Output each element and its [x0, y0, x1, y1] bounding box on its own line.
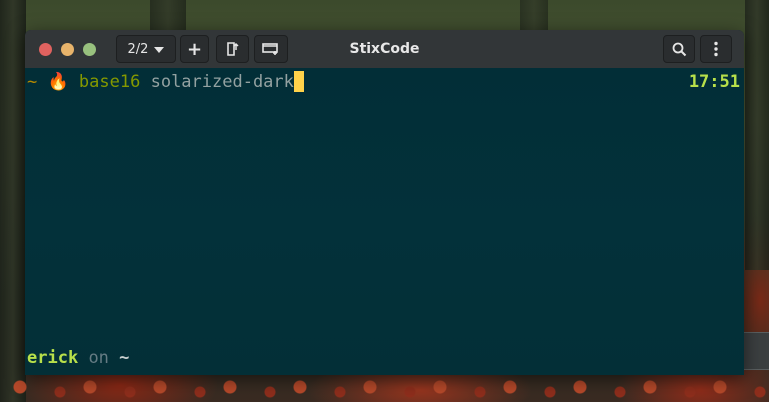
prompt-clock: 17:51: [688, 72, 740, 92]
tab-counter-label: 2/2: [127, 41, 149, 57]
prompt-on: on: [88, 348, 109, 368]
prompt-user: erick: [27, 348, 79, 368]
autumn-leaves: [0, 372, 769, 402]
prompt-directory: ~: [119, 348, 130, 368]
plus-icon: +: [186, 38, 203, 60]
add-tab-button[interactable]: +: [180, 35, 209, 63]
text-cursor: [293, 71, 304, 92]
command-text: base16: [78, 72, 141, 92]
new-tab-button[interactable]: [216, 35, 249, 63]
search-icon: [672, 42, 687, 57]
maximize-button[interactable]: [83, 42, 96, 56]
command-line: ~ 🔥 base16 solarized-dark: [27, 71, 304, 93]
new-window-button[interactable]: [254, 35, 288, 63]
tree-trunk: [745, 0, 769, 270]
fire-emoji: 🔥: [47, 72, 69, 92]
background-window-edge: [742, 332, 769, 370]
minimize-button[interactable]: [61, 42, 74, 56]
terminal-area[interactable]: ~ 🔥 base16 solarized-dark 17:51 erick on…: [25, 68, 744, 375]
chevron-down-icon: [154, 46, 165, 53]
argument-text: solarized-dark: [150, 72, 294, 92]
new-tab-icon: [226, 41, 240, 57]
tab-switcher-button[interactable]: 2/2: [116, 35, 176, 63]
search-button[interactable]: [663, 35, 695, 63]
window-controls: [39, 42, 96, 56]
menu-button[interactable]: [700, 35, 732, 63]
terminal-window: StixCode 2/2 + ~ 🔥 base16 solarized-dark…: [25, 30, 744, 375]
titlebar: StixCode 2/2 +: [25, 30, 744, 69]
new-window-icon: [262, 42, 280, 56]
prompt-tilde: ~: [27, 72, 38, 92]
prompt-line: erick on ~: [27, 347, 129, 369]
kebab-menu-icon: [714, 41, 718, 57]
close-button[interactable]: [39, 42, 52, 56]
tree-trunk: [0, 0, 26, 402]
